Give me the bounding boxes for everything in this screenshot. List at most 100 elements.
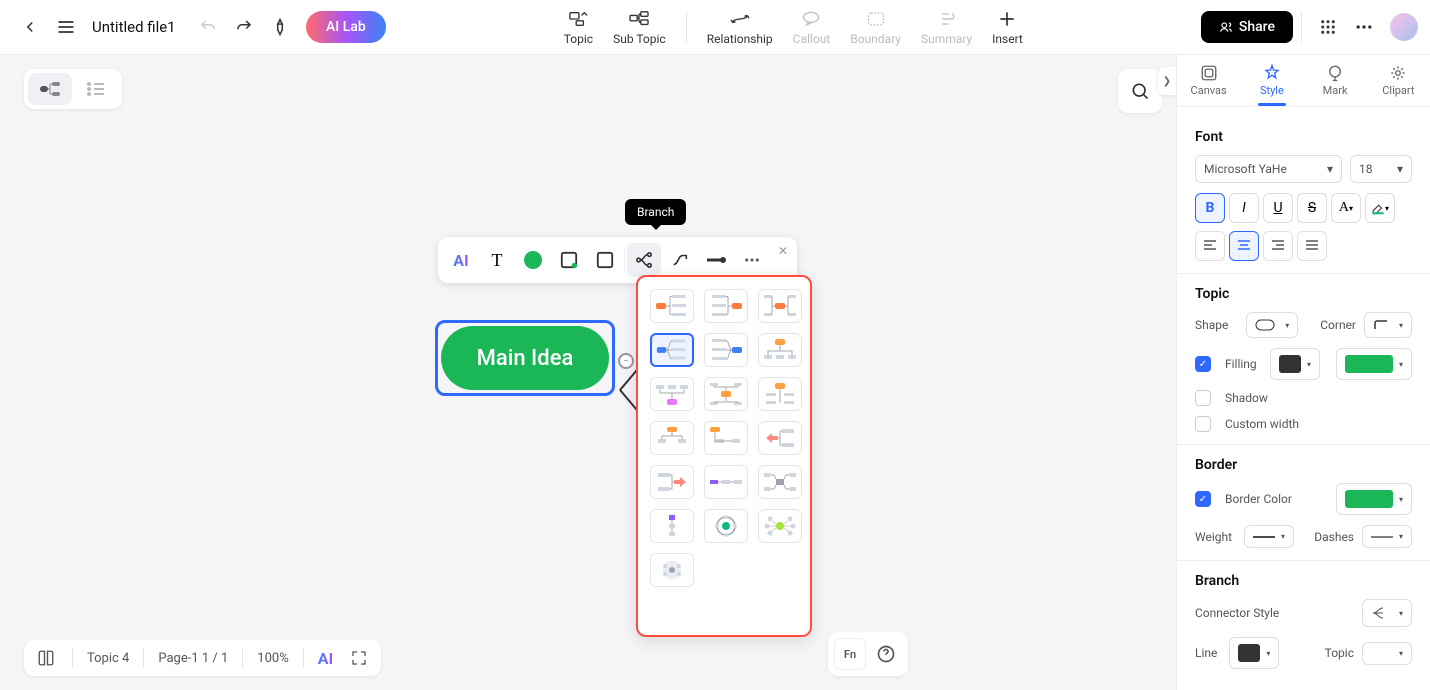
nt-more[interactable] — [735, 243, 769, 277]
layout-opt-8[interactable] — [704, 377, 748, 411]
layout-opt-17[interactable] — [704, 509, 748, 543]
layout-opt-2[interactable] — [704, 289, 748, 323]
nt-line[interactable] — [699, 243, 733, 277]
layout-opt-15[interactable] — [758, 465, 802, 499]
layout-opt-14[interactable] — [704, 465, 748, 499]
layout-opt-4[interactable] — [650, 333, 694, 367]
tab-style[interactable]: Style — [1240, 55, 1303, 106]
layout-opt-3[interactable] — [758, 289, 802, 323]
align-right-button[interactable] — [1263, 231, 1293, 261]
main-idea-node[interactable]: Main Idea — [435, 320, 615, 396]
layout-opt-16[interactable] — [650, 509, 694, 543]
avatar[interactable] — [1390, 13, 1418, 41]
shadow-checkbox[interactable] — [1195, 390, 1211, 406]
tb-subtopic[interactable]: Sub Topic — [605, 4, 674, 50]
topic-icon — [567, 8, 589, 30]
layout-opt-6[interactable] — [758, 333, 802, 367]
undo-button[interactable] — [190, 9, 226, 45]
tb-topic[interactable]: Topic — [556, 4, 601, 50]
file-title-input[interactable] — [92, 18, 182, 36]
fill-color-select[interactable]: ▾ — [1270, 348, 1320, 380]
font-size-select[interactable]: 18▾ — [1350, 155, 1412, 183]
share-button[interactable]: Share — [1201, 11, 1293, 43]
border-color-checkbox[interactable]: ✓ — [1195, 491, 1211, 507]
nt-close[interactable]: ✕ — [775, 243, 791, 259]
layout-opt-7[interactable] — [650, 377, 694, 411]
nt-text[interactable]: T — [480, 243, 514, 277]
outline-view-button[interactable] — [74, 73, 118, 105]
filling-label: Filling — [1225, 357, 1257, 371]
custom-width-checkbox[interactable] — [1195, 416, 1211, 432]
dashes-icon — [1371, 534, 1393, 540]
clipart-icon — [1389, 64, 1407, 82]
branch-icon — [635, 251, 653, 269]
shape-select[interactable]: ▾ — [1246, 312, 1298, 338]
layout-opt-10[interactable] — [650, 421, 694, 455]
tab-clipart[interactable]: Clipart — [1367, 55, 1430, 106]
strike-button[interactable]: S — [1297, 193, 1327, 223]
nt-ai[interactable]: AI — [444, 243, 478, 277]
fill-accent-select[interactable]: ▾ — [1336, 348, 1412, 380]
redo-button[interactable] — [226, 9, 262, 45]
font-color-button[interactable]: A▾ — [1331, 193, 1361, 223]
fullscreen-button[interactable] — [347, 646, 371, 670]
tb-summary[interactable]: Summary — [913, 4, 980, 50]
weight-select[interactable]: ▾ — [1244, 525, 1294, 548]
layout-opt-18[interactable] — [758, 509, 802, 543]
connector-select[interactable]: ▾ — [1362, 599, 1412, 627]
line-color-select[interactable]: ▾ — [1229, 637, 1279, 669]
filling-checkbox[interactable]: ✓ — [1195, 356, 1211, 372]
layout-opt-19[interactable] — [650, 553, 694, 587]
nt-fill[interactable] — [516, 243, 550, 277]
search-button[interactable] — [1118, 69, 1162, 113]
collapse-handle[interactable]: − — [618, 353, 634, 369]
nt-connector[interactable] — [663, 243, 697, 277]
tab-mark[interactable]: Mark — [1304, 55, 1367, 106]
corner-select[interactable]: ▾ — [1364, 312, 1412, 338]
layout-opt-9[interactable] — [758, 377, 802, 411]
back-button[interactable] — [12, 9, 48, 45]
more-button[interactable] — [1346, 9, 1382, 45]
highlight-button[interactable]: ▾ — [1365, 193, 1395, 223]
layout-opt-5[interactable] — [704, 333, 748, 367]
align-left-button[interactable] — [1195, 231, 1225, 261]
align-center-button[interactable] — [1229, 231, 1259, 261]
font-family-select[interactable]: Microsoft YaHe▾ — [1195, 155, 1342, 183]
zoom-level[interactable]: 100% — [257, 651, 288, 666]
branch-topic-select[interactable]: ▾ — [1362, 642, 1412, 665]
nt-shape[interactable] — [588, 243, 622, 277]
pages-button[interactable] — [34, 646, 58, 670]
summary-icon — [936, 8, 958, 30]
nt-border[interactable] — [552, 243, 586, 277]
tb-boundary[interactable]: Boundary — [842, 4, 909, 50]
underline-button[interactable]: U — [1263, 193, 1293, 223]
menu-button[interactable] — [48, 9, 84, 45]
mindmap-view-button[interactable] — [28, 73, 72, 105]
help-button[interactable] — [870, 638, 902, 670]
format-painter-button[interactable] — [262, 9, 298, 45]
chevron-down-icon: ▾ — [1399, 532, 1403, 541]
apps-button[interactable] — [1310, 9, 1346, 45]
layout-opt-11[interactable] — [704, 421, 748, 455]
nt-branch[interactable] — [627, 243, 661, 277]
canvas-area[interactable]: Main Idea − AI T ✕ Branch — [0, 55, 1176, 690]
collapse-sidepanel[interactable]: ❯ — [1158, 67, 1176, 95]
tb-relationship[interactable]: Relationship — [699, 4, 781, 50]
fn-button[interactable]: Fn — [834, 638, 866, 670]
layout-opt-1[interactable] — [650, 289, 694, 323]
italic-button[interactable]: I — [1229, 193, 1259, 223]
layout-opt-12[interactable] — [758, 421, 802, 455]
ai-lab-button[interactable]: AI Lab — [306, 11, 386, 43]
corner-label: Corner — [1320, 318, 1356, 332]
custom-width-label: Custom width — [1225, 417, 1299, 431]
tb-callout[interactable]: Callout — [785, 4, 839, 50]
dashes-select[interactable]: ▾ — [1362, 525, 1412, 548]
ai-button[interactable]: AI — [318, 649, 333, 668]
layout-opt-13[interactable] — [650, 465, 694, 499]
tb-insert[interactable]: Insert — [984, 4, 1031, 50]
border-color-select[interactable]: ▾ — [1336, 483, 1412, 515]
bold-button[interactable]: B — [1195, 193, 1225, 223]
tab-canvas[interactable]: Canvas — [1177, 55, 1240, 106]
chevron-down-icon: ▾ — [1399, 649, 1403, 658]
align-justify-button[interactable] — [1297, 231, 1327, 261]
